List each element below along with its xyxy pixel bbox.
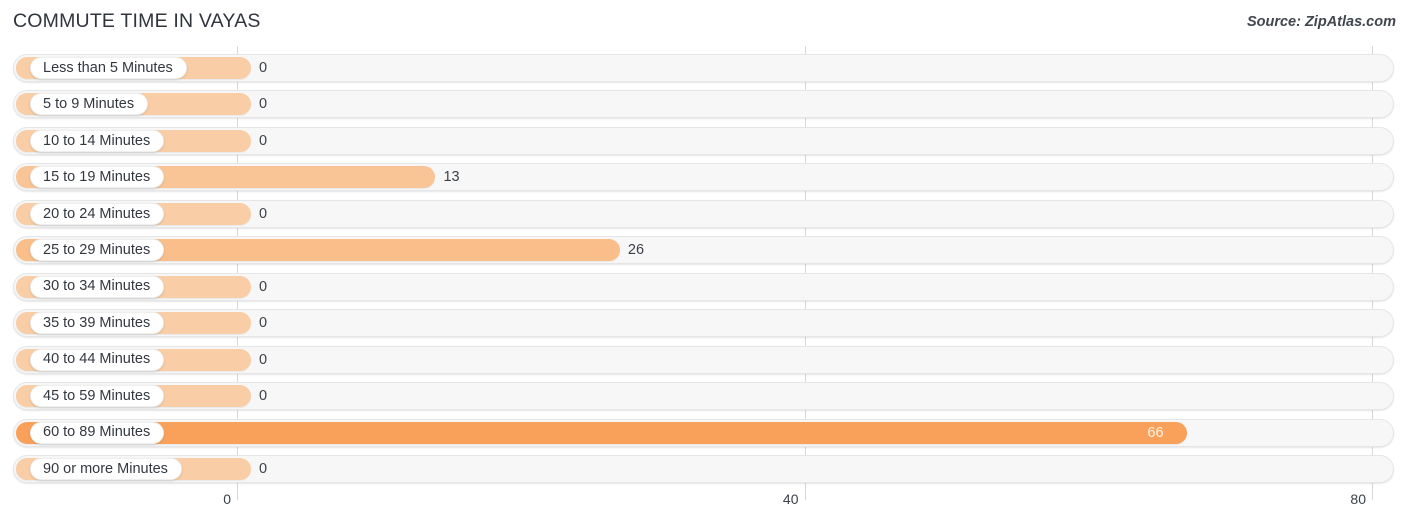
category-label-pill: 25 to 29 Minutes: [30, 239, 165, 262]
category-label-pill: 20 to 24 Minutes: [30, 202, 165, 225]
category-label: 45 to 59 Minutes: [43, 387, 151, 404]
axis-tick-label-0: 0: [223, 491, 231, 507]
bar-value-label: 0: [259, 388, 268, 405]
bar-row[interactable]: 20 to 24 Minutes 0: [13, 199, 1394, 228]
bar[interactable]: [16, 421, 1188, 444]
bar-value-label: 66: [1147, 424, 1164, 441]
category-label: 15 to 19 Minutes: [43, 169, 151, 186]
category-label-pill: 30 to 34 Minutes: [30, 275, 165, 298]
category-label-pill: 15 to 19 Minutes: [30, 166, 165, 189]
category-label: 20 to 24 Minutes: [43, 205, 151, 222]
bar-value-label: 0: [259, 60, 268, 76]
category-label-pill: 40 to 44 Minutes: [30, 348, 165, 371]
category-label: 30 to 34 Minutes: [43, 278, 151, 295]
category-label: 90 or more Minutes: [43, 460, 168, 477]
bar-row[interactable]: 90 or more Minutes 0: [13, 454, 1394, 483]
category-label: 10 to 14 Minutes: [43, 132, 151, 149]
bar-row[interactable]: 60 to 89 Minutes 66: [13, 418, 1394, 447]
x-axis: 0 40 80: [0, 486, 1406, 523]
bar-row[interactable]: 5 to 9 Minutes 0: [13, 90, 1394, 119]
category-label-pill: 90 or more Minutes: [30, 457, 182, 480]
category-label-pill: 45 to 59 Minutes: [30, 385, 165, 408]
chart-plot-area: Less than 5 Minutes 0 5 to 9 Minutes 0 10 to…: [0, 46, 1406, 486]
category-label-pill: Less than 5 Minutes: [30, 57, 187, 79]
category-label: 40 to 44 Minutes: [43, 351, 151, 368]
category-label-pill: 35 to 39 Minutes: [30, 312, 165, 335]
bar-row[interactable]: 35 to 39 Minutes 0: [13, 309, 1394, 338]
page-title: COMMUTE TIME IN VAYAS: [13, 10, 261, 32]
bar-value-label: 26: [627, 242, 645, 259]
source-attribution: Source: ZipAtlas.com: [1246, 14, 1396, 30]
category-label-pill: 5 to 9 Minutes: [30, 93, 149, 116]
bar-value-label: 0: [259, 132, 268, 149]
bar-row[interactable]: 30 to 34 Minutes 0: [13, 272, 1394, 301]
category-label: 25 to 29 Minutes: [43, 242, 151, 258]
bar-value-label: 0: [259, 96, 268, 113]
category-label: 5 to 9 Minutes: [43, 96, 135, 113]
axis-tick-label-40: 40: [782, 491, 799, 507]
bar-row[interactable]: 25 to 29 Minutes 26: [13, 236, 1394, 265]
bar-value-label: 13: [443, 169, 460, 186]
chart-header: COMMUTE TIME IN VAYAS Source: ZipAtlas.c…: [0, 0, 1406, 46]
bar-row[interactable]: Less than 5 Minutes 0: [13, 54, 1394, 82]
bar-value-label: 0: [259, 278, 268, 295]
category-label: Less than 5 Minutes: [43, 59, 173, 76]
bar-row[interactable]: 15 to 19 Minutes 13: [13, 163, 1394, 192]
bar-row[interactable]: 45 to 59 Minutes 0: [13, 382, 1394, 411]
category-label: 35 to 39 Minutes: [43, 314, 151, 331]
bar-row[interactable]: 40 to 44 Minutes 0: [13, 345, 1394, 374]
category-label-pill: 60 to 89 Minutes: [30, 421, 165, 444]
axis-tick-mark-80: [1372, 486, 1373, 500]
category-label-pill: 10 to 14 Minutes: [30, 129, 165, 152]
bar-value-label: 0: [259, 460, 268, 477]
bar-value-label: 0: [259, 351, 268, 368]
bar-value-label: 0: [259, 315, 268, 332]
bar-row[interactable]: 10 to 14 Minutes 0: [13, 126, 1394, 155]
bar-value-label: 0: [259, 205, 268, 222]
axis-tick-label-80: 80: [1350, 491, 1366, 507]
axis-tick-mark-40: [804, 486, 806, 500]
category-label: 60 to 89 Minutes: [43, 424, 151, 441]
axis-tick-mark-0: [237, 486, 238, 500]
